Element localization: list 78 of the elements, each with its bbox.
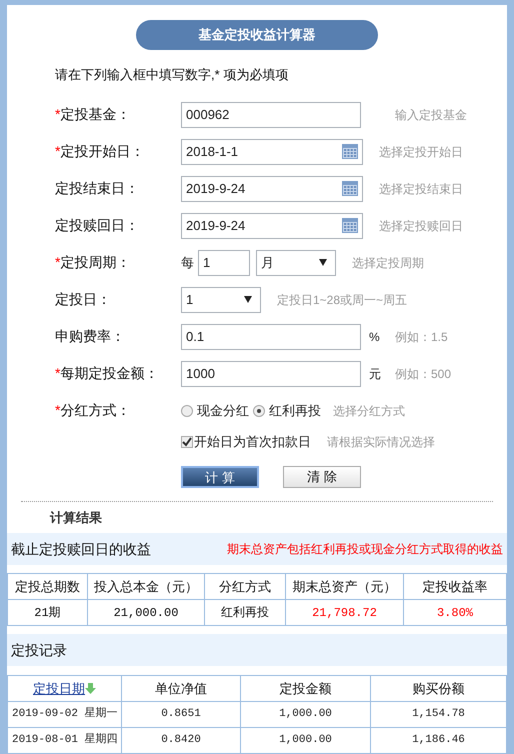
table-cell: 1,154.78 [371, 702, 507, 728]
calendar-icon[interactable] [342, 218, 358, 233]
caret-icon [319, 259, 327, 266]
table-cell: 3.80% [404, 600, 507, 626]
column-header: 定投收益率 [404, 574, 507, 600]
prefix-label: 每 [181, 254, 194, 272]
field-hint: 选择定投周期 [352, 254, 424, 272]
field-label: 申购费率： [55, 327, 125, 346]
field-label: 定投结束日： [55, 179, 139, 198]
date-field[interactable]: 2018-1-1 [181, 138, 363, 164]
field-label: 定投日： [55, 290, 111, 309]
instruction-text: 请在下列输入框中填写数字,* 项为必填项 [55, 66, 288, 84]
unit-dropdown[interactable]: 月 [256, 250, 336, 276]
period-field[interactable]: 1 [198, 250, 250, 276]
table-cell: 红利再投 [205, 600, 286, 626]
column-header: 分红方式 [205, 574, 286, 600]
column-header: 投入总本金（元） [88, 574, 205, 600]
table-cell: 1,186.46 [371, 728, 507, 754]
field-hint: 定投日1~28或周一~周五 [277, 292, 408, 308]
required-mark: * [55, 105, 60, 124]
required-mark: * [55, 253, 60, 272]
column-header: 定投总期数 [8, 574, 88, 600]
field-label: 定投开始日： [60, 142, 144, 161]
table-cell: 0.8651 [122, 702, 241, 728]
section-heading: 计算结果 [50, 508, 102, 527]
field-label: 定投基金： [60, 105, 130, 124]
field-hint: 请根据实际情况选择 [327, 434, 435, 450]
table-cell: 1,000.00 [241, 702, 371, 728]
date-field[interactable]: 2019-9-24 [181, 176, 363, 202]
table-cell: 21,798.72 [286, 600, 404, 626]
column-header: 购买份额 [412, 680, 464, 698]
calculator-title: 基金定投收益计算器 [136, 20, 378, 50]
table-cell: 1,000.00 [241, 728, 371, 754]
summary-title: 截止定投赎回日的收益 [11, 540, 151, 558]
down-arrow-icon [85, 683, 96, 694]
summary-note: 期末总资产包括红利再投或现金分红方式取得的收益 [227, 541, 503, 558]
field-label: 定投周期： [60, 253, 130, 272]
table-cell: 2019-09-02 星期一 [8, 702, 122, 728]
field-hint: 选择定投开始日 [379, 144, 463, 160]
unit-label: % [369, 330, 380, 344]
records-title: 定投记录 [11, 640, 67, 660]
table-cell: 21期 [8, 600, 88, 626]
calendar-icon[interactable] [342, 181, 358, 196]
column-header: 定投金额 [280, 680, 332, 698]
field-hint: 例如：500 [395, 366, 452, 382]
text-field[interactable]: 1000 [181, 360, 361, 386]
required-mark: * [55, 401, 60, 420]
checkbox[interactable] [181, 436, 193, 448]
field-label: 定投赎回日： [55, 216, 139, 235]
date-field[interactable]: 2019-9-24 [181, 212, 363, 238]
field-hint: 例如：1.5 [395, 328, 448, 346]
day-dropdown[interactable]: 1 [181, 286, 261, 312]
text-field[interactable]: 000962 [181, 102, 361, 128]
column-header: 单位净值 [155, 680, 207, 698]
radio-button[interactable] [181, 404, 193, 416]
action-button[interactable]: 清 除 [283, 466, 361, 488]
required-mark: * [55, 364, 60, 383]
calendar-icon[interactable] [342, 144, 358, 159]
radio-label: 红利再投 [269, 402, 321, 420]
caret-icon [244, 296, 252, 303]
required-mark: * [55, 142, 60, 161]
checkbox-label: 开始日为首次扣款日 [194, 432, 311, 451]
table-cell: 0.8420 [122, 728, 241, 754]
field-label: 分红方式： [60, 401, 130, 420]
field-label: 每期定投金额： [60, 364, 158, 383]
radio-button[interactable] [253, 404, 265, 416]
text-field[interactable]: 0.1 [181, 324, 361, 350]
unit-label: 元 [369, 366, 381, 380]
radio-label: 现金分红 [197, 402, 249, 420]
sort-link[interactable]: 定投日期 [33, 678, 85, 698]
table-cell: 21,000.00 [88, 600, 205, 626]
field-hint: 选择定投结束日 [379, 180, 463, 198]
action-button[interactable]: 计 算 [181, 466, 259, 488]
column-header: 期末总资产（元） [286, 574, 404, 600]
field-hint: 选择分红方式 [333, 404, 405, 418]
table-cell: 2019-08-01 星期四 [8, 728, 122, 754]
field-hint: 选择定投赎回日 [379, 218, 463, 234]
field-hint: 输入定投基金 [395, 106, 467, 124]
